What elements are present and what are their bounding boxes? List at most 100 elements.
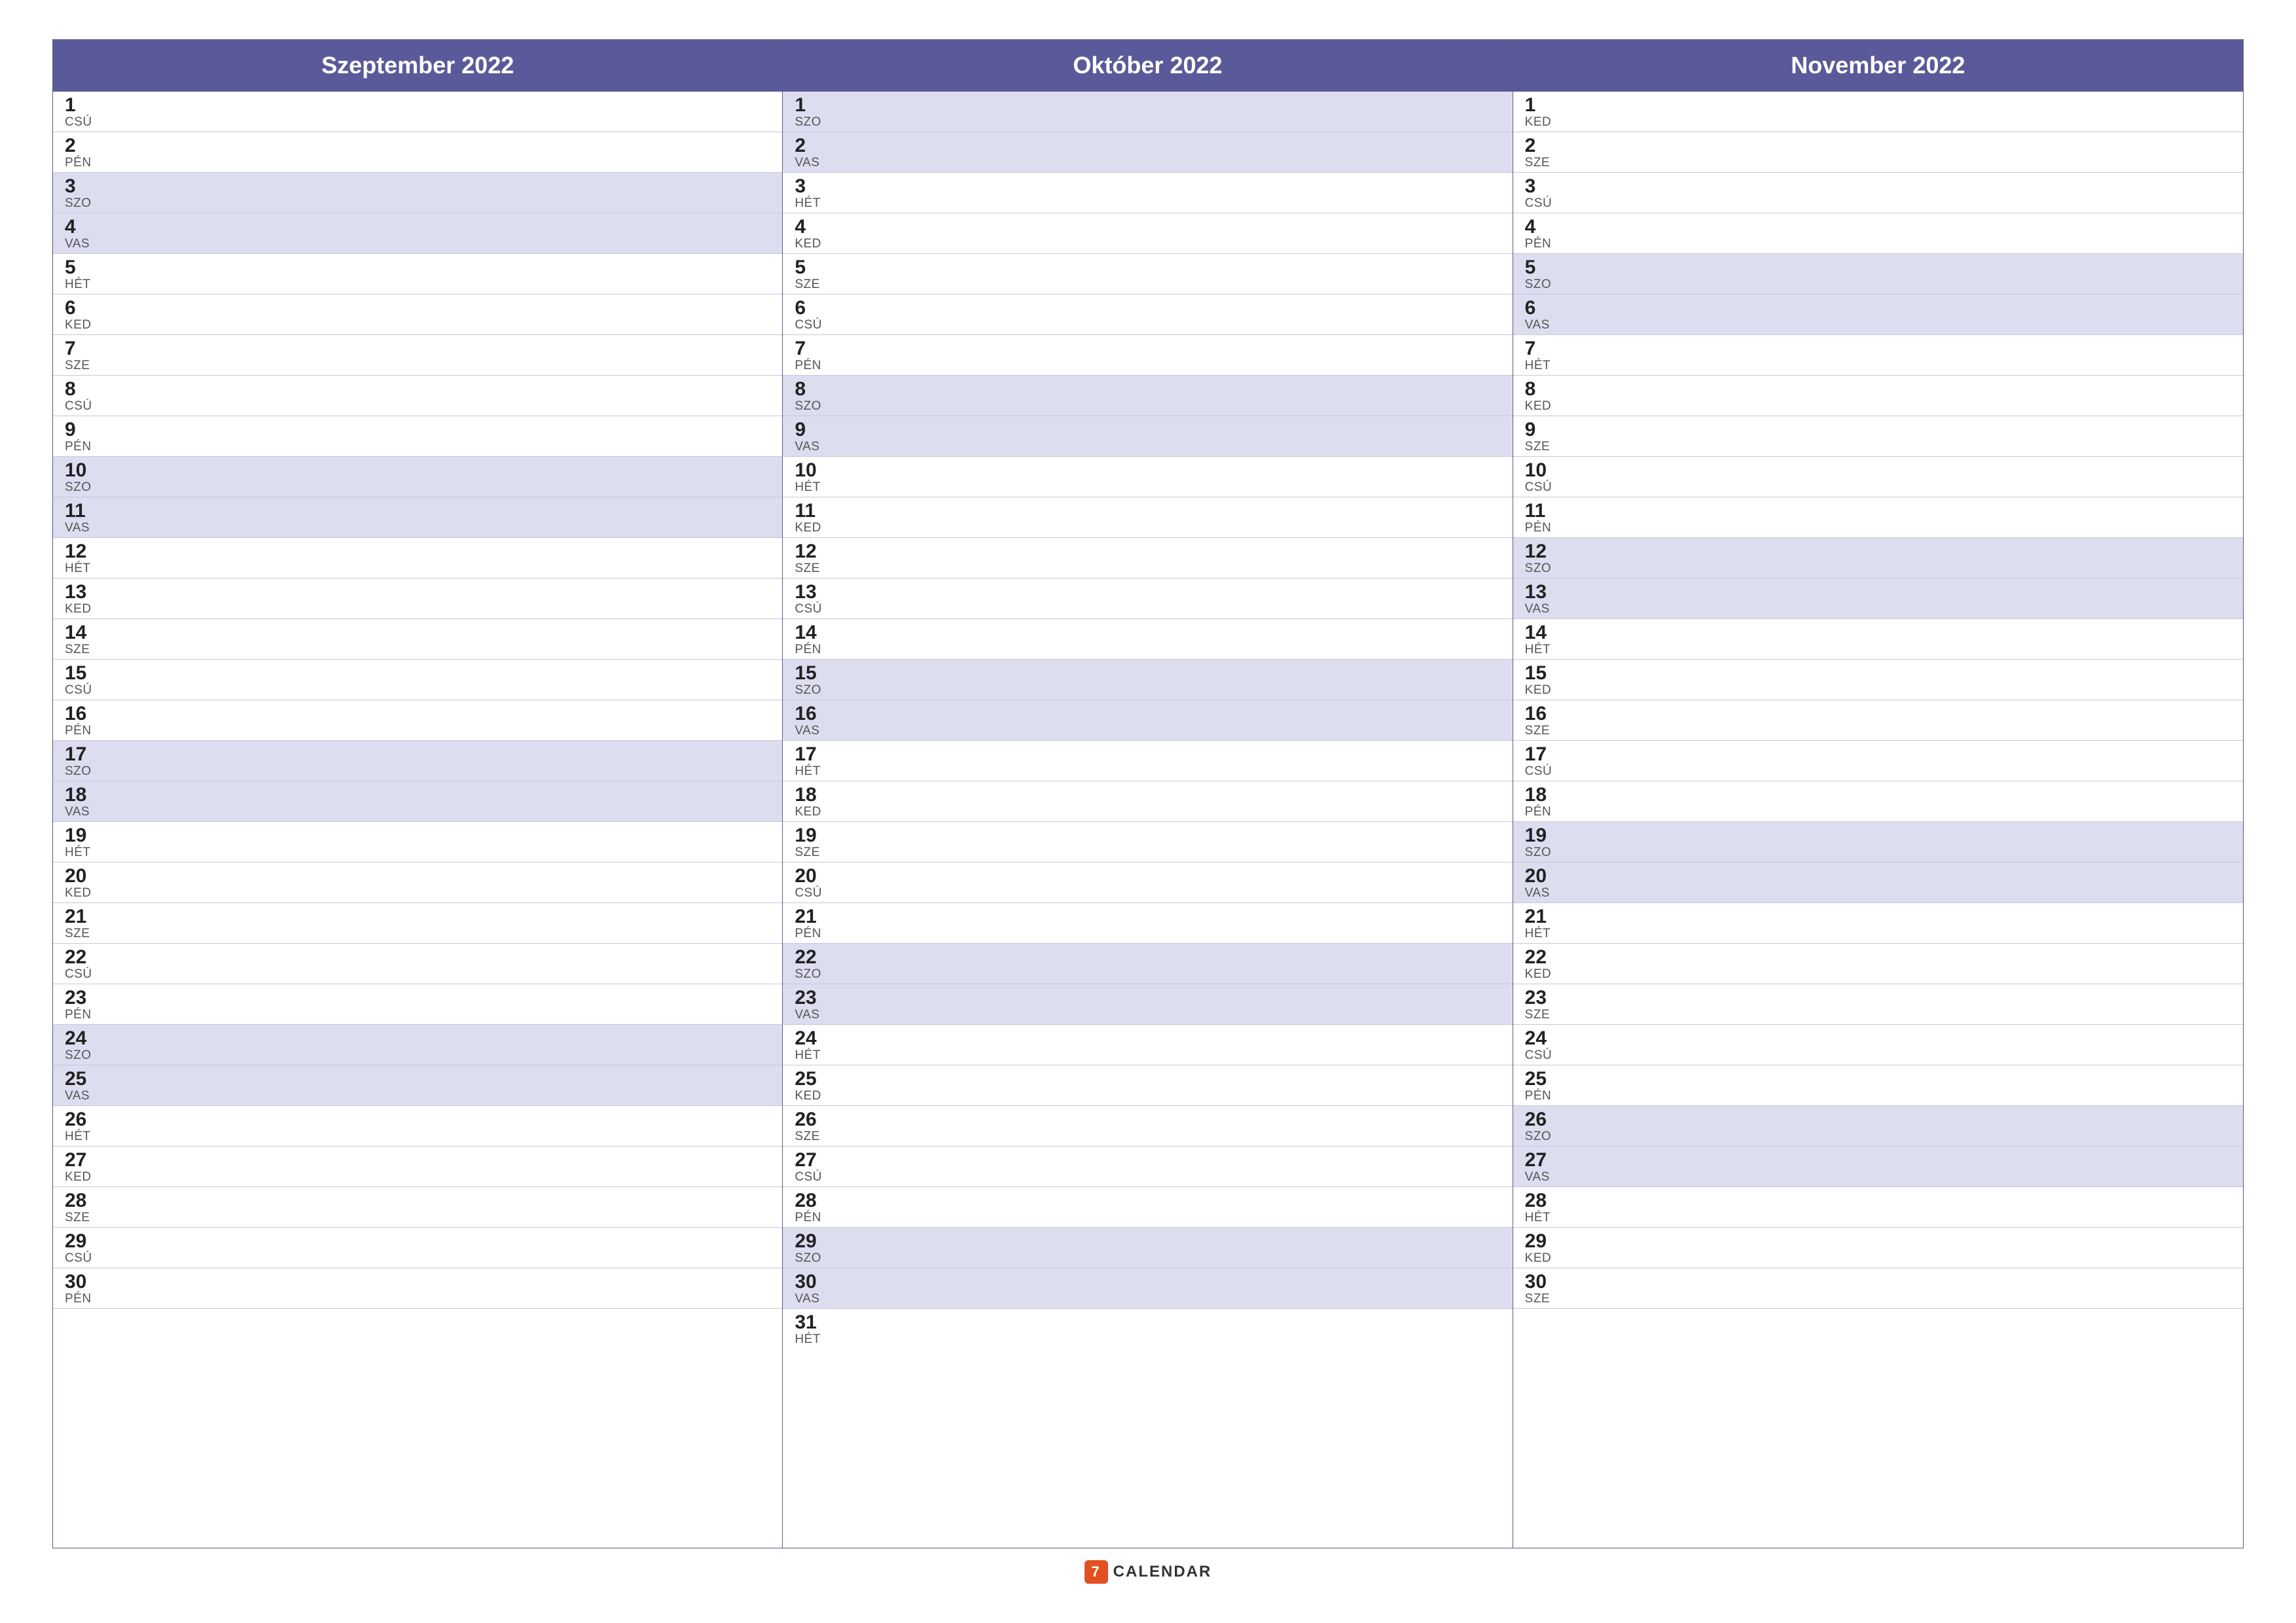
day-abbr: VAS [795,1008,819,1022]
day-row: 17CSÚ [1513,741,2243,781]
day-abbr: PÉN [65,1293,92,1306]
day-abbr: CSÚ [1525,765,1552,779]
day-cell: 20KED [65,865,92,901]
day-number: 14 [795,622,821,643]
day-cell: 9PÉN [65,419,92,454]
day-number: 21 [795,906,821,927]
day-abbr: SZE [795,846,819,860]
day-cell: 19HÉT [65,825,91,860]
day-cell: 24HÉT [795,1027,821,1063]
day-cell: 5SZE [795,257,819,292]
day-row: 1SZO [783,92,1512,132]
day-number: 17 [65,743,92,765]
day-row: 7PÉN [783,335,1512,376]
day-row: 18PÉN [1513,781,2243,822]
day-number: 1 [1525,94,1552,116]
day-row: 14HÉT [1513,619,2243,660]
day-abbr: PÉN [65,440,92,454]
day-row: 13VAS [1513,579,2243,619]
day-cell: 14HÉT [1525,622,1551,657]
day-number: 12 [795,541,819,562]
day-number: 15 [65,662,92,684]
day-cell: 4PÉN [1525,216,1552,251]
day-number: 28 [65,1190,90,1211]
day-abbr: KED [795,806,821,819]
day-abbr: VAS [795,724,819,738]
day-row: 20KED [53,863,782,903]
day-abbr: KED [65,1171,92,1185]
day-number: 29 [65,1230,92,1252]
day-row: 20CSÚ [783,863,1512,903]
day-abbr: HÉT [795,1333,821,1347]
day-row-empty [1513,1309,2243,1349]
day-number: 25 [1525,1068,1552,1090]
day-abbr: SZO [65,481,92,495]
day-row: 10HÉT [783,457,1512,497]
day-abbr: HÉT [65,278,91,292]
day-number: 16 [795,703,819,724]
day-row: 16PÉN [53,700,782,741]
day-row: 6KED [53,294,782,335]
day-abbr: VAS [1525,1171,1550,1185]
day-abbr: KED [795,238,821,251]
day-number: 24 [795,1027,821,1049]
day-row: 3CSÚ [1513,173,2243,213]
day-abbr: VAS [795,440,819,454]
day-number: 4 [1525,216,1552,238]
day-number: 3 [1525,175,1552,197]
month-header-1: Október 2022 [783,40,1512,92]
day-row: 16VAS [783,700,1512,741]
day-number: 20 [1525,865,1550,887]
day-abbr: VAS [65,522,90,535]
day-abbr: VAS [1525,887,1550,901]
day-abbr: HÉT [1525,1211,1551,1225]
day-row: 8KED [1513,376,2243,416]
day-row: 21HÉT [1513,903,2243,944]
day-cell: 6CSÚ [795,297,822,332]
day-row: 13KED [53,579,782,619]
day-number: 20 [65,865,92,887]
day-abbr: PÉN [795,927,821,941]
day-cell: 20VAS [1525,865,1550,901]
day-number: 19 [1525,825,1552,846]
day-abbr: HÉT [795,765,821,779]
day-abbr: PÉN [65,1008,92,1022]
day-row: 23VAS [783,984,1512,1025]
day-number: 12 [1525,541,1552,562]
day-number: 7 [1525,338,1551,359]
day-abbr: SZE [1525,724,1550,738]
day-row: 14PÉN [783,619,1512,660]
day-cell: 19SZE [795,825,819,860]
day-cell: 18KED [795,784,821,819]
day-abbr: KED [65,319,92,332]
day-cell: 17HÉT [795,743,821,779]
day-row: 27KED [53,1147,782,1187]
day-row: 29CSÚ [53,1228,782,1268]
day-row: 17SZO [53,741,782,781]
day-row: 1KED [1513,92,2243,132]
day-abbr: HÉT [795,1049,821,1063]
day-number: 29 [1525,1230,1552,1252]
day-abbr: HÉT [795,197,821,211]
day-row: 4PÉN [1513,213,2243,254]
day-abbr: SZO [65,765,92,779]
day-abbr: SZE [795,278,819,292]
day-row: 12SZO [1513,538,2243,579]
day-row: 14SZE [53,619,782,660]
day-cell: 21HÉT [1525,906,1551,941]
day-abbr: HÉT [1525,359,1551,373]
day-number: 16 [65,703,92,724]
day-row: 23PÉN [53,984,782,1025]
day-number: 11 [65,500,90,522]
day-cell: 3SZO [65,175,92,211]
day-row: 26SZO [1513,1106,2243,1147]
day-cell: 13CSÚ [795,581,822,616]
day-cell: 9SZE [1525,419,1550,454]
day-cell: 5HÉT [65,257,91,292]
day-abbr: CSÚ [65,400,92,414]
day-row: 27CSÚ [783,1147,1512,1187]
day-abbr: SZO [795,684,821,698]
day-row: 19HÉT [53,822,782,863]
day-row: 3HÉT [783,173,1512,213]
day-number: 11 [795,500,821,522]
